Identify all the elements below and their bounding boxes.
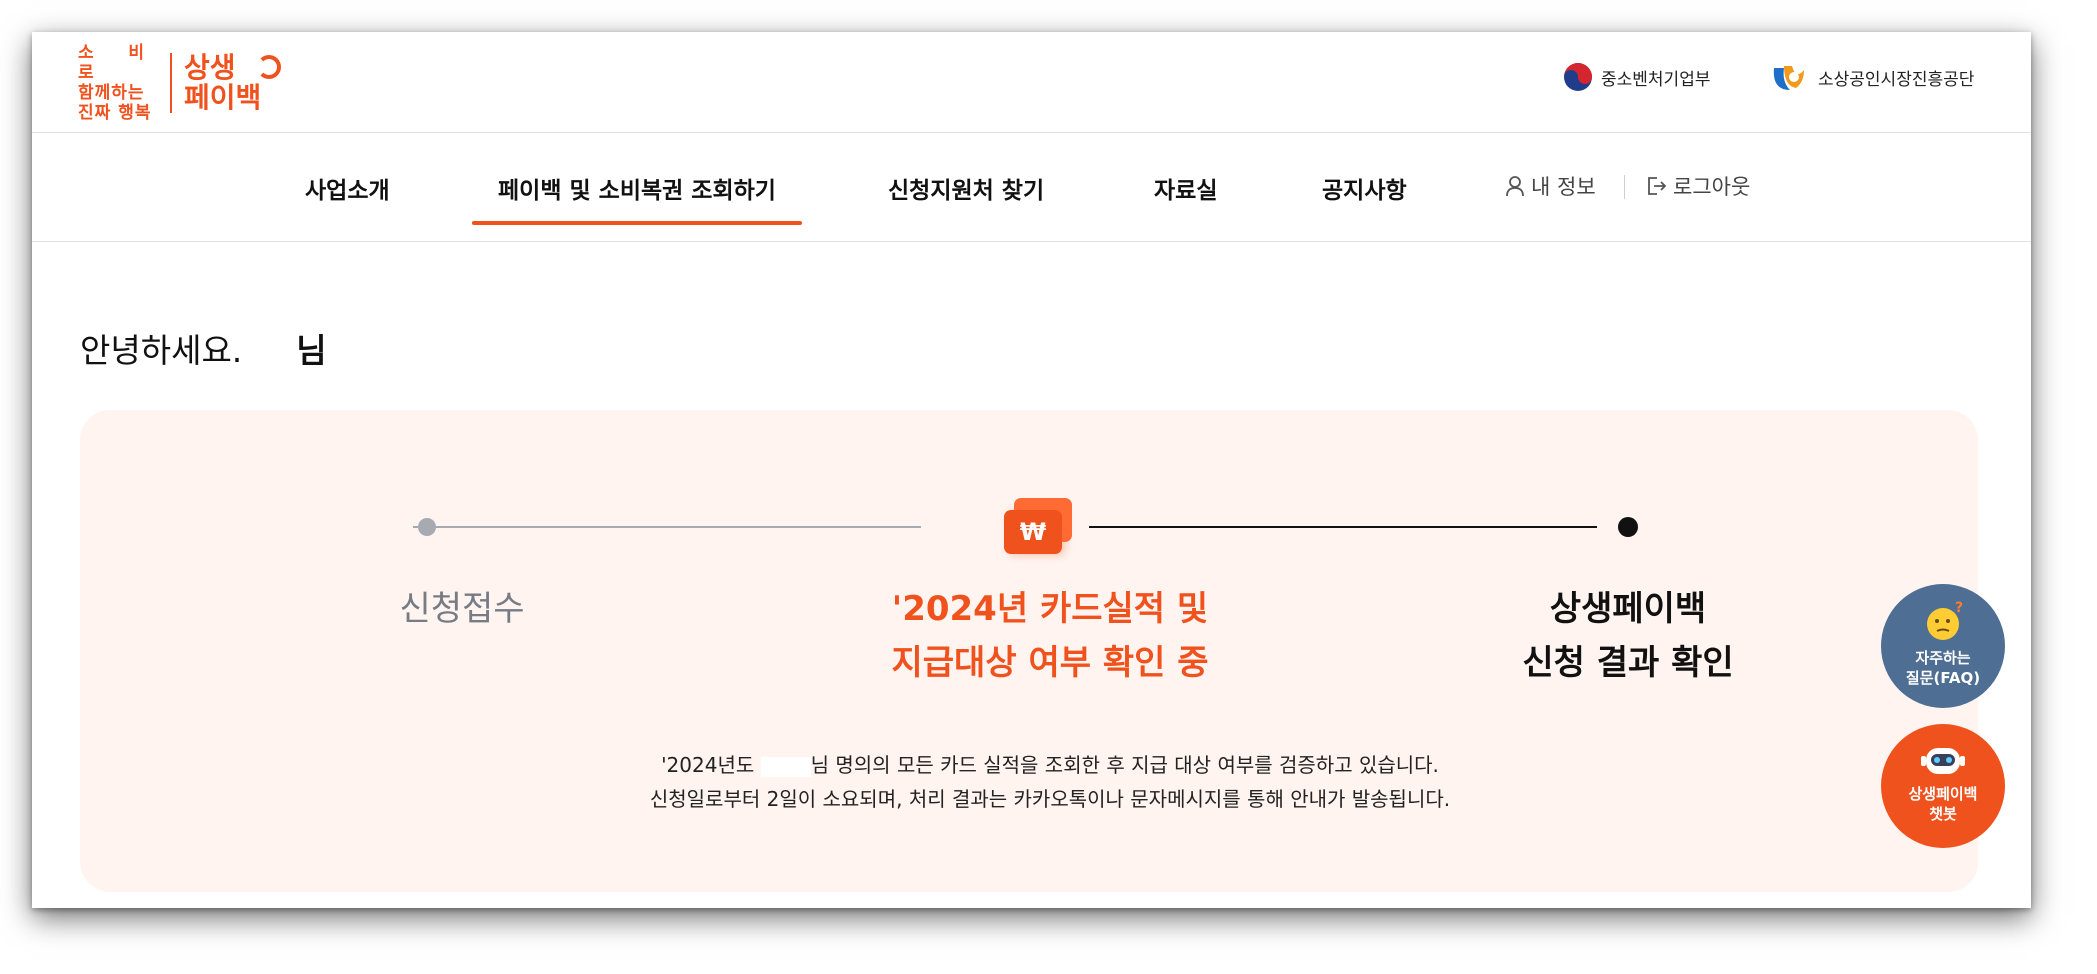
chatbot-floating-button[interactable]: 상생페이백 챗봇 xyxy=(1881,724,2005,848)
my-info-link[interactable]: 내 정보 xyxy=(1505,171,1596,201)
step-label-received: 신청접수 xyxy=(399,589,525,629)
logo-slogan: 소 비 로 함께하는 진짜 행복 xyxy=(78,43,156,123)
user-icon xyxy=(1506,176,1524,197)
masked-user-name-inline xyxy=(760,756,811,777)
progress-line-done xyxy=(413,526,921,528)
masked-user-name xyxy=(242,335,297,370)
main-nav: 사업소개 페이백 및 소비복권 조회하기 신청지원처 찾기 자료실 공지사항 내… xyxy=(32,133,2031,242)
site-logo[interactable]: 소 비 로 함께하는 진짜 행복 상생 페이백 xyxy=(78,43,282,123)
util-divider xyxy=(1624,175,1625,199)
nav-item-find-center[interactable]: 신청지원처 찾기 xyxy=(888,171,1044,205)
thinking-face-icon: ? xyxy=(1927,600,1963,640)
logout-icon xyxy=(1648,177,1667,195)
ministry-link[interactable]: 중소벤처기업부 xyxy=(1563,62,1710,92)
faq-floating-button[interactable]: ? 자주하는 질문(FAQ) xyxy=(1881,584,2005,708)
progress-line-pending xyxy=(1089,526,1597,528)
taegeuk-emblem-icon xyxy=(1564,63,1592,91)
nav-item-library[interactable]: 자료실 xyxy=(1154,171,1217,205)
won-card-icon: ₩ xyxy=(1004,498,1072,556)
nav-item-notices[interactable]: 공지사항 xyxy=(1322,171,1407,205)
step-dot-received xyxy=(418,518,436,536)
logout-link[interactable]: 로그아웃 xyxy=(1645,171,1750,201)
semas-emblem-icon xyxy=(1773,66,1804,90)
top-header: 소 비 로 함께하는 진짜 행복 상생 페이백 중소벤처기업부 소상공인시장진흥… xyxy=(32,32,2031,133)
svg-text:?: ? xyxy=(1955,600,1963,616)
logo-return-arrow-icon xyxy=(257,55,282,79)
step-label-verifying: '2024년 카드실적 및 지급대상 여부 확인 중 xyxy=(891,589,1209,683)
semas-link[interactable]: 소상공인시장진흥공단 xyxy=(1770,62,1974,92)
logo-wordmark: 상생 페이백 xyxy=(184,53,282,113)
status-description: '2024년도 님 명의의 모든 카드 실적을 조회한 후 지급 대상 여부를 … xyxy=(649,753,1451,811)
logo-divider xyxy=(170,53,172,113)
nav-item-payback-lookup[interactable]: 페이백 및 소비복권 조회하기 xyxy=(472,171,802,225)
nav-item-about[interactable]: 사업소개 xyxy=(305,171,390,205)
robot-icon xyxy=(1921,748,1965,774)
svg-text:₩: ₩ xyxy=(1020,518,1047,546)
step-label-result: 상생페이백 신청 결과 확인 xyxy=(1522,589,1734,683)
browser-page: 소 비 로 함께하는 진짜 행복 상생 페이백 중소벤처기업부 소상공인시장진흥… xyxy=(32,32,2031,908)
greeting-text: 안녕하세요. 님 xyxy=(80,331,327,370)
step-dot-result xyxy=(1618,517,1638,537)
